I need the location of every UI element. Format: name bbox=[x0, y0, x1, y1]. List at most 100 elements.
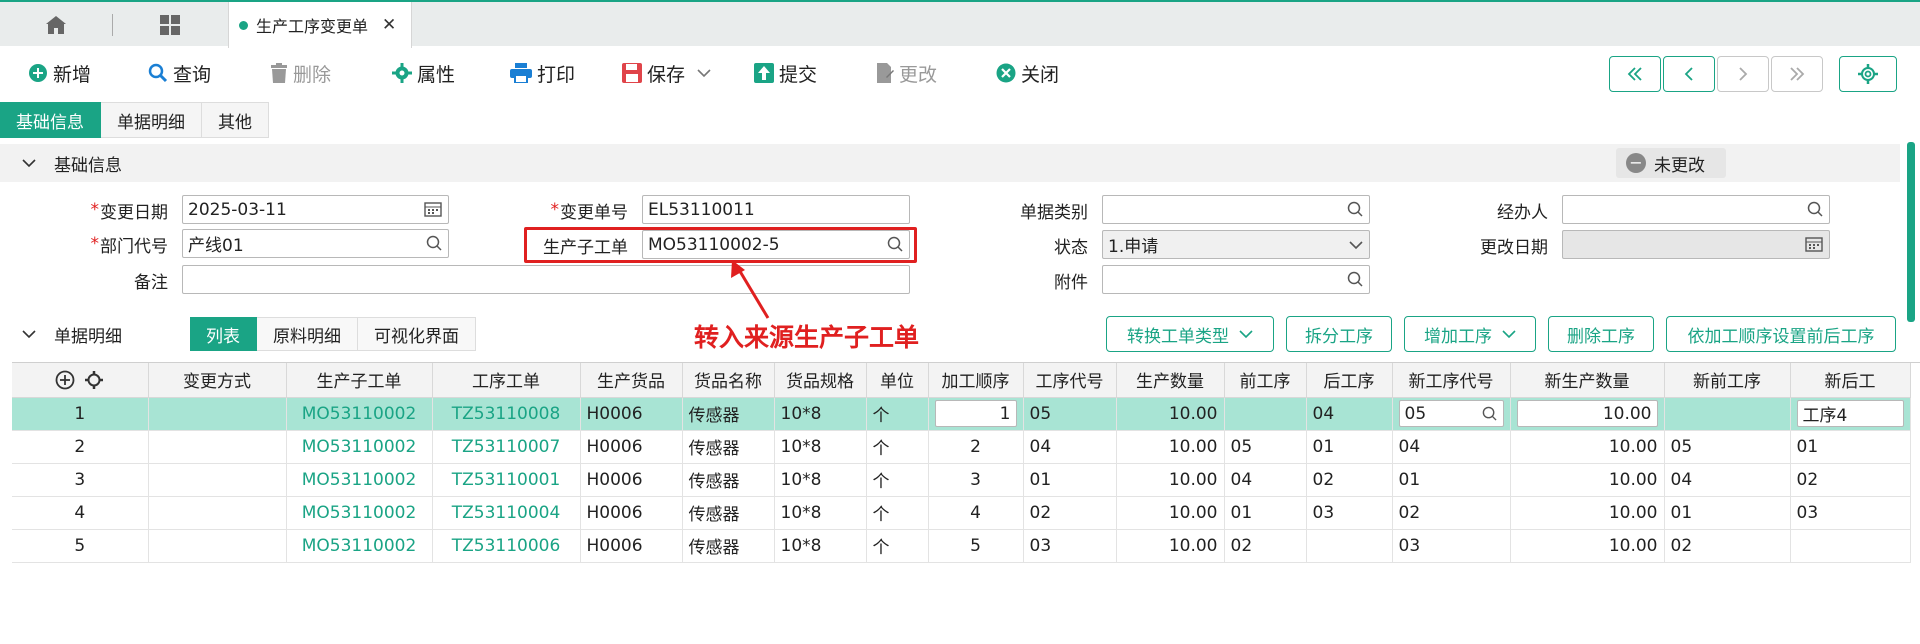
cell-new-code[interactable]: 05 bbox=[1392, 397, 1511, 431]
col-prev[interactable]: 前工序 bbox=[1224, 363, 1307, 398]
col-sub-order[interactable]: 生产子工单 bbox=[286, 363, 433, 398]
cell-new-qty[interactable]: 10.00 bbox=[1510, 496, 1665, 530]
cell-new-next[interactable] bbox=[1790, 529, 1911, 563]
cell-new-qty[interactable]: 10.00 bbox=[1510, 397, 1665, 431]
cell-new-prev[interactable]: 05 bbox=[1664, 430, 1791, 464]
col-change-mode[interactable]: 变更方式 bbox=[148, 363, 287, 398]
new-next-input[interactable]: 工序4 bbox=[1796, 400, 1904, 427]
cell-new-qty[interactable]: 10.00 bbox=[1510, 463, 1665, 497]
col-qty[interactable]: 生产数量 bbox=[1116, 363, 1225, 398]
cell-seq[interactable]: 3 bbox=[928, 463, 1024, 497]
cell-new-code[interactable]: 01 bbox=[1392, 463, 1511, 497]
col-goods-name[interactable]: 货品名称 bbox=[682, 363, 775, 398]
row-index: 2 bbox=[12, 430, 149, 464]
cell-mode[interactable] bbox=[148, 463, 287, 497]
row-index: 1 bbox=[12, 397, 149, 431]
new-qty-input[interactable]: 10.00 bbox=[1516, 400, 1658, 427]
cell-new-next[interactable]: 02 bbox=[1790, 463, 1911, 497]
col-new-next[interactable]: 新后工 bbox=[1790, 363, 1911, 398]
cell-new-qty[interactable]: 10.00 bbox=[1510, 430, 1665, 464]
split-process-button[interactable]: 拆分工序 bbox=[1286, 316, 1392, 352]
table-row[interactable]: 1 MO53110002 TZ53110008 H0006 传感器 10*8 个… bbox=[12, 397, 1911, 431]
cell-unit: 个 bbox=[866, 529, 929, 563]
col-new-code[interactable]: 新工序代号 bbox=[1392, 363, 1511, 398]
cell-new-next[interactable]: 03 bbox=[1790, 496, 1911, 530]
detail-view-tabs: 列表 原料明细 可视化界面 bbox=[190, 317, 476, 351]
tab-visual[interactable]: 可视化界面 bbox=[358, 317, 476, 351]
delete-process-button[interactable]: 删除工序 bbox=[1548, 316, 1654, 352]
cell-mode[interactable] bbox=[148, 496, 287, 530]
table-row[interactable]: 4 MO53110002 TZ53110004 H0006 传感器 10*8 个… bbox=[12, 496, 1911, 530]
cell-new-code[interactable]: 04 bbox=[1392, 430, 1511, 464]
new-code-input[interactable]: 05 bbox=[1398, 400, 1504, 427]
add-row-icon[interactable] bbox=[55, 370, 75, 390]
cell-process-order[interactable]: TZ53110001 bbox=[432, 463, 581, 497]
table-row[interactable]: 2 MO53110002 TZ53110007 H0006 传感器 10*8 个… bbox=[12, 430, 1911, 464]
detail-header[interactable]: 单据明细 bbox=[0, 315, 180, 353]
cell-spec: 10*8 bbox=[774, 430, 867, 464]
cell-process-order[interactable]: TZ53110004 bbox=[432, 496, 581, 530]
cell-qty: 10.00 bbox=[1116, 529, 1225, 563]
cell-unit: 个 bbox=[866, 463, 929, 497]
row-index: 5 bbox=[12, 529, 149, 563]
cell-mode[interactable] bbox=[148, 430, 287, 464]
cell-process-order[interactable]: TZ53110006 bbox=[432, 529, 581, 563]
cell-sub-order[interactable]: MO53110002 bbox=[286, 463, 433, 497]
col-goods-spec[interactable]: 货品规格 bbox=[774, 363, 867, 398]
cell-spec: 10*8 bbox=[774, 496, 867, 530]
table-row[interactable]: 3 MO53110002 TZ53110001 H0006 传感器 10*8 个… bbox=[12, 463, 1911, 497]
cell-goods: H0006 bbox=[580, 496, 683, 530]
col-process-order[interactable]: 工序工单 bbox=[432, 363, 581, 398]
cell-new-prev[interactable]: 01 bbox=[1664, 496, 1791, 530]
cell-qty: 10.00 bbox=[1116, 397, 1225, 431]
col-new-qty[interactable]: 新生产数量 bbox=[1510, 363, 1665, 398]
vertical-scrollbar[interactable] bbox=[1907, 142, 1915, 322]
gear-icon[interactable] bbox=[84, 370, 104, 390]
cell-new-prev[interactable]: 02 bbox=[1664, 529, 1791, 563]
cell-sub-order[interactable]: MO53110002 bbox=[286, 397, 433, 431]
col-unit[interactable]: 单位 bbox=[866, 363, 929, 398]
tab-list[interactable]: 列表 bbox=[190, 317, 257, 351]
cell-sub-order[interactable]: MO53110002 bbox=[286, 496, 433, 530]
cell-sub-order[interactable]: MO53110002 bbox=[286, 529, 433, 563]
cell-seq[interactable]: 5 bbox=[928, 529, 1024, 563]
cell-seq[interactable]: 4 bbox=[928, 496, 1024, 530]
cell-unit: 个 bbox=[866, 496, 929, 530]
cell-process-order[interactable]: TZ53110007 bbox=[432, 430, 581, 464]
cell-qty: 10.00 bbox=[1116, 430, 1225, 464]
cell-sub-order[interactable]: MO53110002 bbox=[286, 430, 433, 464]
cell-code: 01 bbox=[1023, 463, 1117, 497]
cell-new-prev[interactable]: 04 bbox=[1664, 463, 1791, 497]
annotation-text: 转入来源生产子工单 bbox=[694, 323, 920, 352]
col-next[interactable]: 后工序 bbox=[1306, 363, 1393, 398]
cell-mode[interactable] bbox=[148, 529, 287, 563]
col-seq[interactable]: 加工顺序 bbox=[928, 363, 1024, 398]
cell-seq[interactable]: 1 bbox=[928, 397, 1024, 431]
seq-input[interactable]: 1 bbox=[934, 400, 1017, 427]
cell-next: 01 bbox=[1306, 430, 1393, 464]
convert-order-type-button[interactable]: 转换工单类型 bbox=[1106, 316, 1274, 352]
cell-new-next[interactable]: 01 bbox=[1790, 430, 1911, 464]
cell-new-next[interactable]: 工序4 bbox=[1790, 397, 1911, 431]
set-prev-next-process-button[interactable]: 依加工顺序设置前后工序 bbox=[1666, 316, 1896, 352]
col-goods[interactable]: 生产货品 bbox=[580, 363, 683, 398]
cell-next bbox=[1306, 529, 1393, 563]
cell-process-order[interactable]: TZ53110008 bbox=[432, 397, 581, 431]
add-process-button[interactable]: 增加工序 bbox=[1404, 316, 1536, 352]
col-new-prev[interactable]: 新前工序 bbox=[1664, 363, 1791, 398]
tab-material-detail[interactable]: 原料明细 bbox=[257, 317, 358, 351]
cell-next: 02 bbox=[1306, 463, 1393, 497]
cell-new-code[interactable]: 02 bbox=[1392, 496, 1511, 530]
col-process-code[interactable]: 工序代号 bbox=[1023, 363, 1117, 398]
cell-goods-name: 传感器 bbox=[682, 529, 775, 563]
cell-seq[interactable]: 2 bbox=[928, 430, 1024, 464]
cell-new-prev[interactable] bbox=[1664, 397, 1791, 431]
cell-goods: H0006 bbox=[580, 397, 683, 431]
cell-new-code[interactable]: 03 bbox=[1392, 529, 1511, 563]
cell-goods: H0006 bbox=[580, 529, 683, 563]
cell-mode[interactable] bbox=[148, 397, 287, 431]
cell-goods-name: 传感器 bbox=[682, 430, 775, 464]
table-row[interactable]: 5 MO53110002 TZ53110006 H0006 传感器 10*8 个… bbox=[12, 529, 1911, 563]
cell-goods: H0006 bbox=[580, 430, 683, 464]
cell-new-qty[interactable]: 10.00 bbox=[1510, 529, 1665, 563]
